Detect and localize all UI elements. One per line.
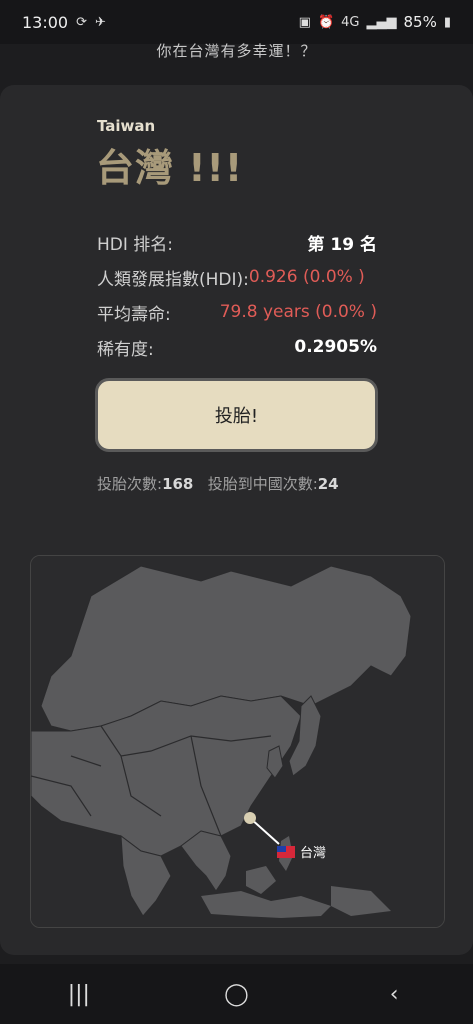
country-name-en: Taiwan xyxy=(97,117,156,135)
stat-label: HDI 排名: xyxy=(97,234,174,255)
stat-row-hdi-index: 人類發展指數(HDI): 0.926 (0.0% ) xyxy=(97,264,377,290)
page-subtitle: 你在台灣有多幸運！？ xyxy=(156,42,317,60)
map-pin-label: 台灣 xyxy=(277,842,326,861)
stat-label: 平均壽命: xyxy=(97,304,171,325)
taiwan-flag-icon xyxy=(277,845,295,858)
stat-row-rarity: 稀有度: 0.2905% xyxy=(97,334,377,360)
map-pin-text: 台灣 xyxy=(300,846,327,861)
battery-icon: ▮ xyxy=(443,14,451,30)
sim-icon: ▣ xyxy=(298,14,311,30)
taiwan-marker xyxy=(244,812,256,824)
roll-count-value: 168 xyxy=(162,475,194,493)
stat-value: 第 19 名 xyxy=(307,234,378,255)
roll-button[interactable]: 投胎! xyxy=(95,378,378,452)
world-map[interactable] xyxy=(30,555,445,928)
back-icon[interactable]: ‹ xyxy=(354,982,434,1007)
alarm-icon: ⏰ xyxy=(317,14,335,30)
notification-icon: ⟳ xyxy=(76,14,88,30)
stat-value: 0.2905% xyxy=(294,337,377,357)
network-label: 4G xyxy=(341,14,360,30)
stat-value: 79.8 years (0.0% ) xyxy=(219,302,377,322)
china-count-value: 24 xyxy=(317,475,339,493)
stat-row-hdi-rank: HDI 排名: 第 19 名 xyxy=(97,229,377,255)
system-nav-bar: ||| ◯ ‹ xyxy=(0,964,473,1024)
stat-value: 0.926 (0.0% ) xyxy=(248,267,365,287)
home-icon[interactable]: ◯ xyxy=(196,982,276,1007)
recent-apps-icon[interactable]: ||| xyxy=(39,982,119,1007)
stat-label: 稀有度: xyxy=(97,339,154,360)
status-bar: 13:00 ⟳ ✈ ▣ ⏰ 4G ▂▄▆ 85% ▮ xyxy=(0,0,473,44)
roll-count-label: 投胎次數: xyxy=(97,475,163,493)
stat-label: 人類發展指數(HDI): xyxy=(97,269,249,290)
signal-icon: ▂▄▆ xyxy=(366,14,397,30)
china-count-label: 投胎到中國次數: xyxy=(207,475,318,493)
country-name-zh: 台灣 !!! xyxy=(96,146,244,190)
rocket-icon: ✈ xyxy=(95,14,106,30)
clock: 13:00 xyxy=(22,12,69,32)
asia-map-svg xyxy=(31,556,444,927)
roll-counts: 投胎次數:168 投胎到中國次數:24 xyxy=(97,473,339,494)
battery-percent: 85% xyxy=(403,13,437,31)
stat-row-life: 平均壽命: 79.8 years (0.0% ) xyxy=(97,299,377,325)
